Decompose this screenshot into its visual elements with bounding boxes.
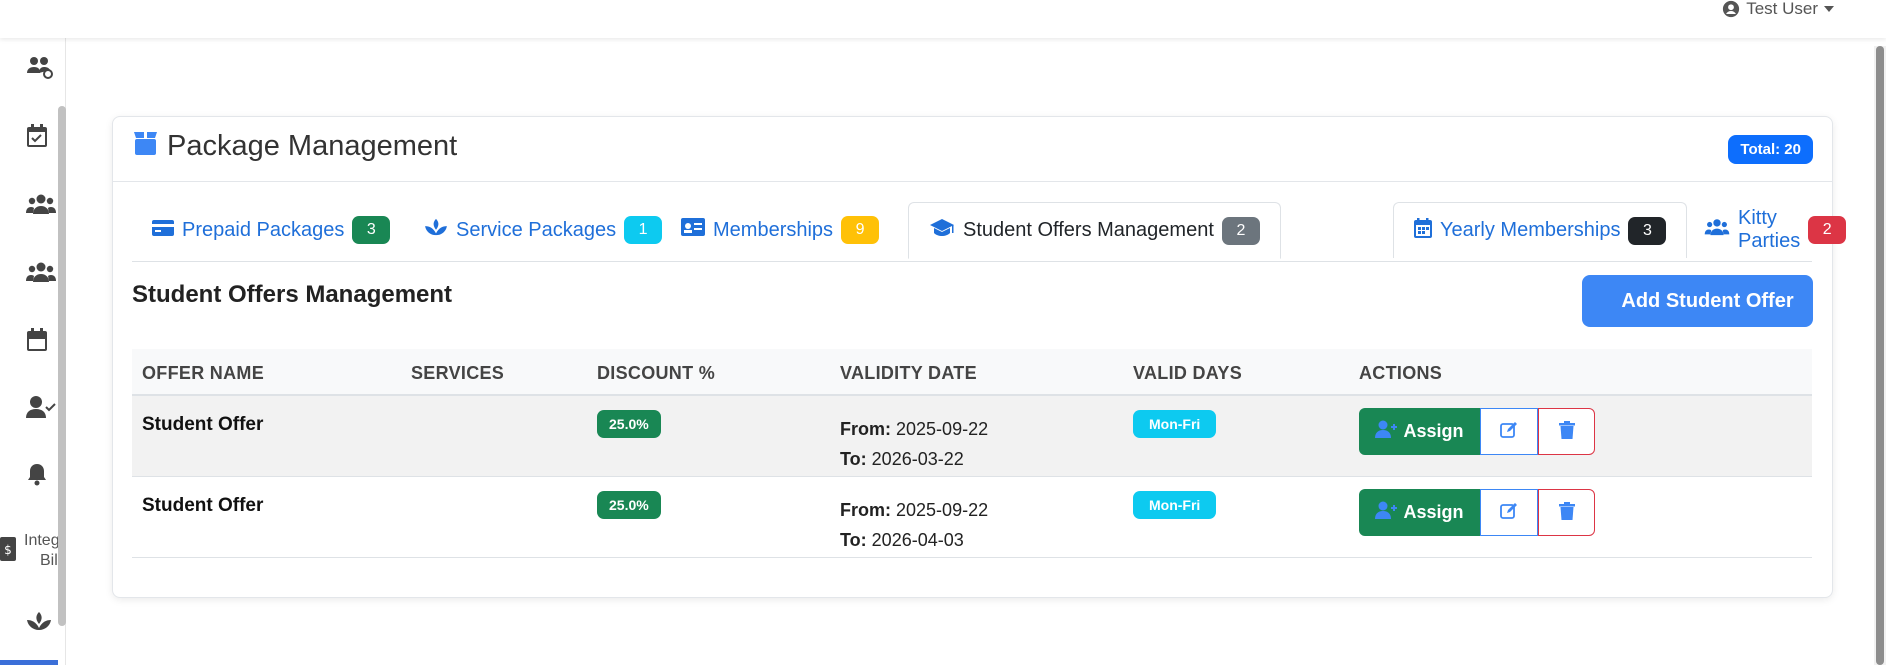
user-plus-icon: [1375, 420, 1398, 443]
assign-button[interactable]: Assign: [1359, 489, 1480, 536]
from-date: 2025-09-22: [896, 500, 989, 520]
table-row: Student Offer 25.0% From: 2025-09-22 To:…: [132, 477, 1812, 558]
sidebar-item-billing[interactable]: $ Integ Bil: [0, 532, 66, 569]
tab-count-badge: 3: [1628, 216, 1667, 245]
bell-icon: [26, 462, 48, 491]
card-header: Package Management Total: 20: [113, 117, 1832, 182]
tab-label: Kitty Parties: [1738, 207, 1801, 252]
calendar-icon: [26, 327, 48, 357]
sidebar: $ Integ Bil: [0, 38, 66, 665]
edit-icon: [1500, 502, 1518, 523]
sidebar-item-staff[interactable]: [26, 54, 66, 84]
add-student-offer-button[interactable]: Add Student Offer: [1582, 275, 1813, 327]
spa-icon: [26, 610, 52, 637]
svg-text:$: $: [4, 543, 12, 557]
user-menu[interactable]: Test User: [1722, 0, 1834, 18]
user-check-icon: [26, 395, 56, 424]
total-badge: Total: 20: [1728, 135, 1813, 164]
tab-label: Memberships: [713, 218, 834, 241]
tab-count-badge: 1: [624, 216, 663, 244]
calendar-check-icon: [26, 123, 48, 153]
section-title: Student Offers Management: [132, 281, 453, 308]
tab-kitty-parties[interactable]: Kitty Parties 2: [1684, 202, 1866, 258]
tab-label: Prepaid Packages: [182, 218, 345, 241]
users-icon: [26, 261, 56, 288]
column-header-validity: VALIDITY DATE: [840, 363, 977, 383]
graduation-cap-icon: [929, 218, 955, 244]
package-management-card: Package Management Total: 20 Prepaid Pac…: [112, 116, 1847, 598]
user-name: Test User: [1746, 0, 1818, 18]
page-scrollbar-thumb[interactable]: [1876, 46, 1884, 665]
trash-icon: [1558, 502, 1575, 523]
sidebar-item-label: Integ: [24, 532, 60, 549]
tab-count-badge: 2: [1808, 216, 1847, 244]
validity-date: From: 2025-09-22 To: 2026-04-03: [840, 495, 988, 555]
edit-button[interactable]: [1480, 489, 1538, 536]
spa-icon: [424, 217, 448, 243]
users-cog-icon: [26, 55, 54, 84]
column-header-discount: DISCOUNT %: [597, 363, 716, 383]
column-header-actions: ACTIONS: [1359, 363, 1443, 383]
top-navbar: Test User: [0, 0, 1886, 38]
column-header-valid-days: VALID DAYS: [1133, 363, 1243, 383]
tab-service-packages[interactable]: Service Packages 1: [404, 202, 682, 258]
discount-badge: 25.0%: [597, 491, 661, 519]
tab-label: Yearly Memberships: [1440, 219, 1621, 241]
offer-name: Student Offer: [142, 495, 264, 516]
user-plus-icon: [1375, 501, 1398, 524]
page-scrollbar[interactable]: [1874, 46, 1886, 665]
assign-label: Assign: [1403, 502, 1464, 522]
page-title-text: Package Management: [167, 130, 458, 162]
page-title: Package Management: [132, 129, 457, 164]
billing-icon: $: [0, 537, 16, 566]
column-header-services: SERVICES: [411, 363, 505, 383]
tab-memberships[interactable]: Memberships 9: [661, 202, 899, 258]
package-tabs: Prepaid Packages 3 Service Packages 1 Me…: [132, 202, 1847, 262]
row-actions: Assign: [1359, 489, 1595, 536]
tab-prepaid-packages[interactable]: Prepaid Packages 3: [132, 202, 410, 258]
edit-icon: [1500, 421, 1518, 442]
from-label: From:: [840, 419, 891, 439]
table-header: OFFER NAME SERVICES DISCOUNT % VALIDITY …: [132, 349, 1812, 396]
from-date: 2025-09-22: [896, 419, 989, 439]
user-circle-icon: [1722, 0, 1740, 18]
to-date: 2026-03-22: [871, 449, 964, 469]
assign-label: Assign: [1403, 421, 1464, 441]
delete-button[interactable]: [1538, 489, 1595, 536]
users-icon: [1704, 218, 1730, 242]
to-label: To:: [840, 449, 867, 469]
tab-label: Student Offers Management: [963, 219, 1214, 241]
delete-button[interactable]: [1538, 408, 1595, 455]
to-label: To:: [840, 530, 867, 550]
validity-date: From: 2025-09-22 To: 2026-03-22: [840, 414, 988, 474]
discount-badge: 25.0%: [597, 410, 661, 438]
valid-days-badge: Mon-Fri: [1133, 491, 1217, 519]
trash-icon: [1558, 421, 1575, 442]
sidebar-active-indicator: [0, 660, 58, 665]
users-icon: [26, 193, 56, 220]
tab-count-badge: 9: [841, 216, 880, 244]
credit-card-icon: [152, 219, 174, 242]
edit-button[interactable]: [1480, 408, 1538, 455]
tab-label: Service Packages: [456, 218, 617, 241]
table-row: Student Offer 25.0% From: 2025-09-22 To:…: [132, 396, 1812, 477]
from-label: From:: [840, 500, 891, 520]
tab-student-offers[interactable]: Student Offers Management 2: [908, 202, 1281, 259]
sidebar-item-label: Bil: [40, 552, 58, 569]
student-offers-table: OFFER NAME SERVICES DISCOUNT % VALIDITY …: [132, 349, 1812, 558]
assign-button[interactable]: Assign: [1359, 408, 1480, 455]
box-icon: [132, 129, 159, 164]
calendar-icon: [1414, 217, 1432, 244]
sidebar-scrollbar[interactable]: [58, 106, 66, 626]
valid-days-badge: Mon-Fri: [1133, 410, 1217, 438]
tab-count-badge: 2: [1221, 216, 1260, 245]
caret-down-icon: [1824, 5, 1834, 13]
column-header-offer-name: OFFER NAME: [142, 363, 264, 383]
tab-count-badge: 3: [352, 216, 391, 244]
offer-name: Student Offer: [142, 414, 264, 435]
id-card-icon: [681, 218, 705, 242]
row-actions: Assign: [1359, 408, 1595, 455]
tab-yearly-memberships[interactable]: Yearly Memberships 3: [1393, 202, 1688, 258]
to-date: 2026-04-03: [871, 530, 964, 550]
